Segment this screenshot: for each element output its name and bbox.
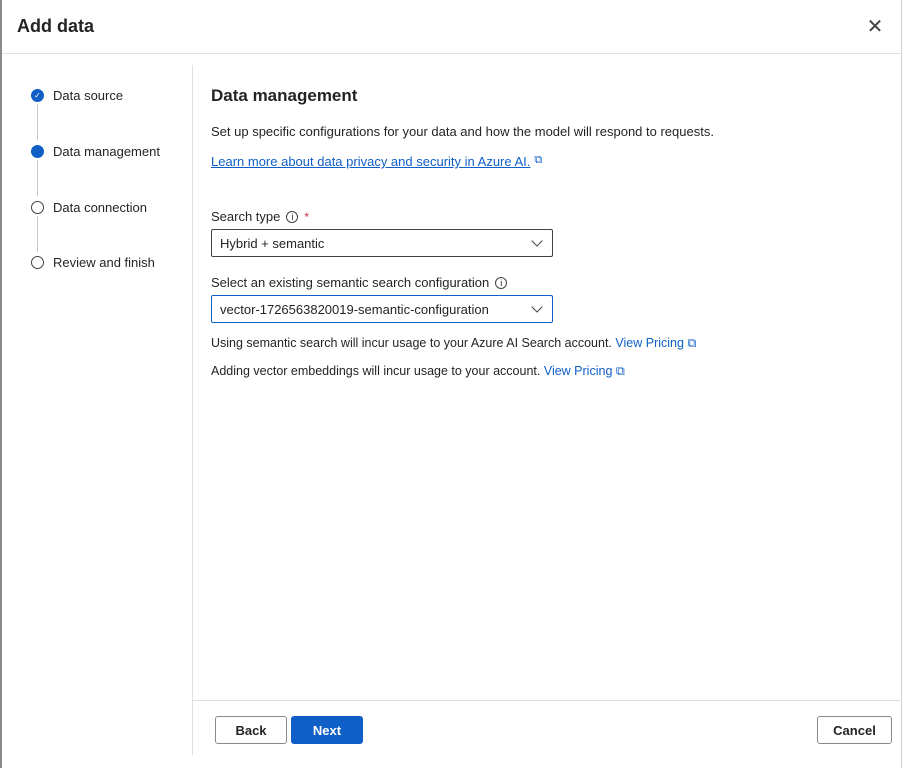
label-text: Search type: [211, 209, 281, 224]
step-label: Data source: [53, 88, 124, 103]
step-review-and-finish[interactable]: Review and finish: [31, 255, 155, 270]
view-pricing-link[interactable]: View Pricing ⧉: [615, 336, 696, 350]
semantic-pricing-note: Using semantic search will incur usage t…: [211, 336, 696, 351]
external-link-icon: ⧉: [615, 364, 625, 378]
external-link-icon: ⧉: [687, 336, 697, 350]
semantic-config-label: Select an existing semantic search confi…: [211, 275, 508, 290]
page-title: Data management: [211, 86, 358, 105]
step-connector: [37, 104, 38, 140]
current-step-icon: [31, 145, 44, 158]
step-data-source[interactable]: ✓ Data source: [31, 88, 123, 103]
header-divider: [2, 53, 902, 54]
cancel-button[interactable]: Cancel: [817, 716, 892, 744]
search-type-dropdown[interactable]: Hybrid + semantic: [211, 229, 553, 257]
chevron-down-icon: [531, 234, 543, 247]
link-text: View Pricing: [543, 364, 613, 378]
selected-value: Hybrid + semantic: [220, 235, 325, 251]
nav-divider: [192, 65, 193, 755]
step-label: Review and finish: [53, 255, 155, 270]
link-text: Learn more about data privacy and securi…: [211, 154, 531, 169]
step-label: Data connection: [53, 200, 147, 215]
chevron-down-icon: [531, 300, 543, 313]
add-data-dialog: Add data ✕ ✓ Data source Data management …: [0, 0, 902, 768]
description: Set up specific configurations for your …: [211, 124, 714, 139]
step-connector: [37, 160, 38, 196]
selected-value: vector-1726563820019-semantic-configurat…: [220, 301, 489, 317]
next-button[interactable]: Next: [291, 716, 363, 744]
search-type-label: Search type i *: [211, 209, 309, 224]
check-circle-icon: ✓: [31, 89, 44, 102]
back-button[interactable]: Back: [215, 716, 287, 744]
note-text: Adding vector embeddings will incur usag…: [211, 364, 541, 378]
info-icon[interactable]: i: [495, 276, 508, 289]
external-link-icon: ⧉: [534, 154, 543, 166]
note-text: Using semantic search will incur usage t…: [211, 336, 612, 350]
view-pricing-link[interactable]: View Pricing ⧉: [544, 364, 625, 378]
label-text: Select an existing semantic search confi…: [211, 275, 490, 290]
learn-more-link[interactable]: Learn more about data privacy and securi…: [211, 154, 542, 169]
semantic-config-dropdown[interactable]: vector-1726563820019-semantic-configurat…: [211, 295, 553, 323]
link-text: View Pricing: [615, 336, 684, 350]
footer-divider: [192, 700, 902, 701]
step-label: Data management: [53, 144, 160, 159]
empty-circle-icon: [31, 256, 44, 269]
info-icon[interactable]: i: [286, 210, 299, 223]
empty-circle-icon: [31, 201, 44, 214]
vector-pricing-note: Adding vector embeddings will incur usag…: [211, 364, 625, 379]
close-icon[interactable]: ✕: [864, 16, 886, 38]
step-data-management[interactable]: Data management: [31, 144, 160, 159]
required-marker: *: [304, 209, 310, 224]
step-data-connection[interactable]: Data connection: [31, 200, 147, 215]
dialog-title: Add data: [17, 16, 95, 36]
step-connector: [37, 216, 38, 252]
